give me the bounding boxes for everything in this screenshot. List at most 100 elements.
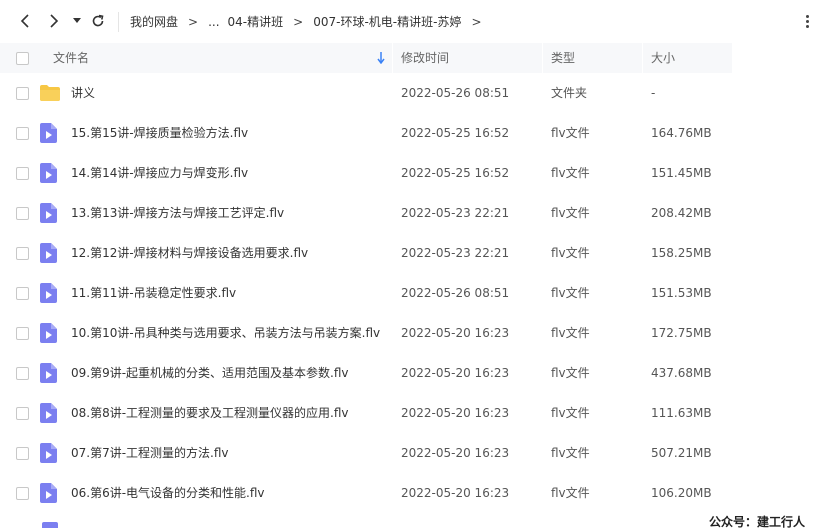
back-button[interactable] [16,12,34,30]
breadcrumb-item-root[interactable]: 我的网盘 [130,13,178,30]
file-name[interactable]: 14.第14讲-焊接应力与焊变形.flv [71,153,248,193]
file-row[interactable]: 15.第15讲-焊接质量检验方法.flv 2022-05-25 16:52 flv文… [0,113,813,153]
row-checkbox[interactable] [16,327,29,340]
video-file-icon [40,203,57,227]
file-size: 507.21MB [651,446,712,460]
column-header-time-label: 修改时间 [401,51,450,65]
file-modified-time: 2022-05-26 08:51 [401,286,510,300]
column-header-type[interactable]: 类型 [543,43,642,73]
file-name[interactable]: 12.第12讲-焊接材料与焊接设备选用要求.flv [71,233,308,273]
file-name[interactable]: 13.第13讲-焊接方法与焊接工艺评定.flv [71,193,284,233]
video-file-icon [40,243,57,267]
column-header-size-label: 大小 [651,51,676,65]
video-file-icon [42,522,58,528]
breadcrumb-item-level2[interactable]: 04-精讲班 [228,13,284,30]
file-type: flv文件 [551,246,590,260]
file-row[interactable]: 11.第11讲-吊装稳定性要求.flv 2022-05-26 08:51 flv文件… [0,273,813,313]
sort-arrow-down-icon[interactable] [376,52,386,64]
breadcrumb-separator: > [471,14,482,29]
column-header-size[interactable]: 大小 [643,43,732,73]
caret-down-icon [73,18,81,23]
breadcrumb-item-ellipsis[interactable]: ... [208,15,219,29]
file-size: 111.63MB [651,406,712,420]
file-modified-time: 2022-05-25 16:52 [401,166,510,180]
file-type: flv文件 [551,326,590,340]
file-size: 151.53MB [651,286,712,300]
file-row[interactable]: 06.第6讲-电气设备的分类和性能.flv 2022-05-20 16:23 flv… [0,473,813,513]
file-modified-time: 2022-05-20 16:23 [401,446,510,460]
video-file-icon [40,403,57,427]
file-row[interactable]: 08.第8讲-工程测量的要求及工程测量仪器的应用.flv 2022-05-20 1… [0,393,813,433]
refresh-button[interactable] [89,12,107,30]
file-type: flv文件 [551,126,590,140]
column-header-name[interactable]: 文件名 [0,43,392,73]
file-row[interactable]: 09.第9讲-起重机械的分类、适用范围及基本参数.flv 2022-05-20 1… [0,353,813,393]
video-file-icon [40,283,57,307]
row-checkbox[interactable] [16,247,29,260]
file-row[interactable]: 12.第12讲-焊接材料与焊接设备选用要求.flv 2022-05-23 22:2… [0,233,813,273]
toolbar-divider [118,12,119,32]
row-checkbox[interactable] [16,87,29,100]
more-icon[interactable] [806,15,813,29]
file-type: flv文件 [551,446,590,460]
file-name[interactable]: 07.第7讲-工程测量的方法.flv [71,433,229,473]
row-checkbox[interactable] [16,167,29,180]
video-file-icon [40,483,57,507]
column-header-time[interactable]: 修改时间 [393,43,542,73]
forward-button[interactable] [45,12,63,30]
file-row[interactable]: 14.第14讲-焊接应力与焊变形.flv 2022-05-25 16:52 flv文… [0,153,813,193]
row-checkbox[interactable] [16,127,29,140]
folder-icon [40,85,60,105]
file-size: 208.42MB [651,206,712,220]
video-file-icon [40,323,57,347]
file-size: 106.20MB [651,486,712,500]
row-checkbox[interactable] [16,407,29,420]
row-checkbox[interactable] [16,207,29,220]
file-modified-time: 2022-05-20 16:23 [401,406,510,420]
breadcrumb-item-current[interactable]: 007-环球-机电-精讲班-苏婷 [313,13,461,30]
file-name[interactable]: 讲义 [71,73,95,113]
file-modified-time: 2022-05-25 16:52 [401,126,510,140]
chevron-right-icon [50,14,59,28]
file-name[interactable]: 09.第9讲-起重机械的分类、适用范围及基本参数.flv [71,353,349,393]
file-size: 164.76MB [651,126,712,140]
file-modified-time: 2022-05-20 16:23 [401,366,510,380]
breadcrumb: 我的网盘 > ... 04-精讲班 > 007-环球-机电-精讲班-苏婷 > [130,13,492,30]
file-row[interactable]: 10.第10讲-吊具种类与选用要求、吊装方法与吊装方案.flv 2022-05-2… [0,313,813,353]
video-file-icon [40,163,57,187]
file-type: flv文件 [551,406,590,420]
file-type: flv文件 [551,206,590,220]
video-file-icon [40,363,57,387]
file-size: 151.45MB [651,166,712,180]
breadcrumb-separator: > [293,14,304,29]
file-size: 437.68MB [651,366,712,380]
file-row[interactable]: 13.第13讲-焊接方法与焊接工艺评定.flv 2022-05-23 22:21 f… [0,193,813,233]
file-row[interactable]: 07.第7讲-工程测量的方法.flv 2022-05-20 16:23 flv文件 5… [0,433,813,473]
row-checkbox[interactable] [16,367,29,380]
file-name[interactable]: 08.第8讲-工程测量的要求及工程测量仪器的应用.flv [71,393,349,433]
watermark: 公众号：建工行人 [709,515,806,529]
file-modified-time: 2022-05-20 16:23 [401,326,510,340]
refresh-icon [92,14,104,27]
file-name[interactable]: 11.第11讲-吊装稳定性要求.flv [71,273,236,313]
select-all-checkbox[interactable] [16,52,29,65]
breadcrumb-separator: > [188,14,199,29]
row-checkbox[interactable] [16,447,29,460]
row-checkbox[interactable] [16,287,29,300]
file-name[interactable]: 06.第6讲-电气设备的分类和性能.flv [71,473,265,513]
file-modified-time: 2022-05-26 08:51 [401,86,510,100]
row-checkbox[interactable] [16,487,29,500]
column-header-type-label: 类型 [551,51,576,65]
file-name[interactable]: 10.第10讲-吊具种类与选用要求、吊装方法与吊装方案.flv [71,313,380,353]
folder-row[interactable]: 讲义 2022-05-26 08:51 文件夹 - [0,73,813,113]
file-type: flv文件 [551,366,590,380]
file-type: flv文件 [551,486,590,500]
file-type: flv文件 [551,166,590,180]
video-file-icon [40,123,57,147]
history-dropdown[interactable] [70,12,84,30]
file-type: 文件夹 [551,86,588,100]
column-header-name-label: 文件名 [53,51,90,65]
table-header: 文件名 修改时间 类型 大小 [0,43,813,73]
video-file-icon [40,443,57,467]
file-name[interactable]: 15.第15讲-焊接质量检验方法.flv [71,113,248,153]
